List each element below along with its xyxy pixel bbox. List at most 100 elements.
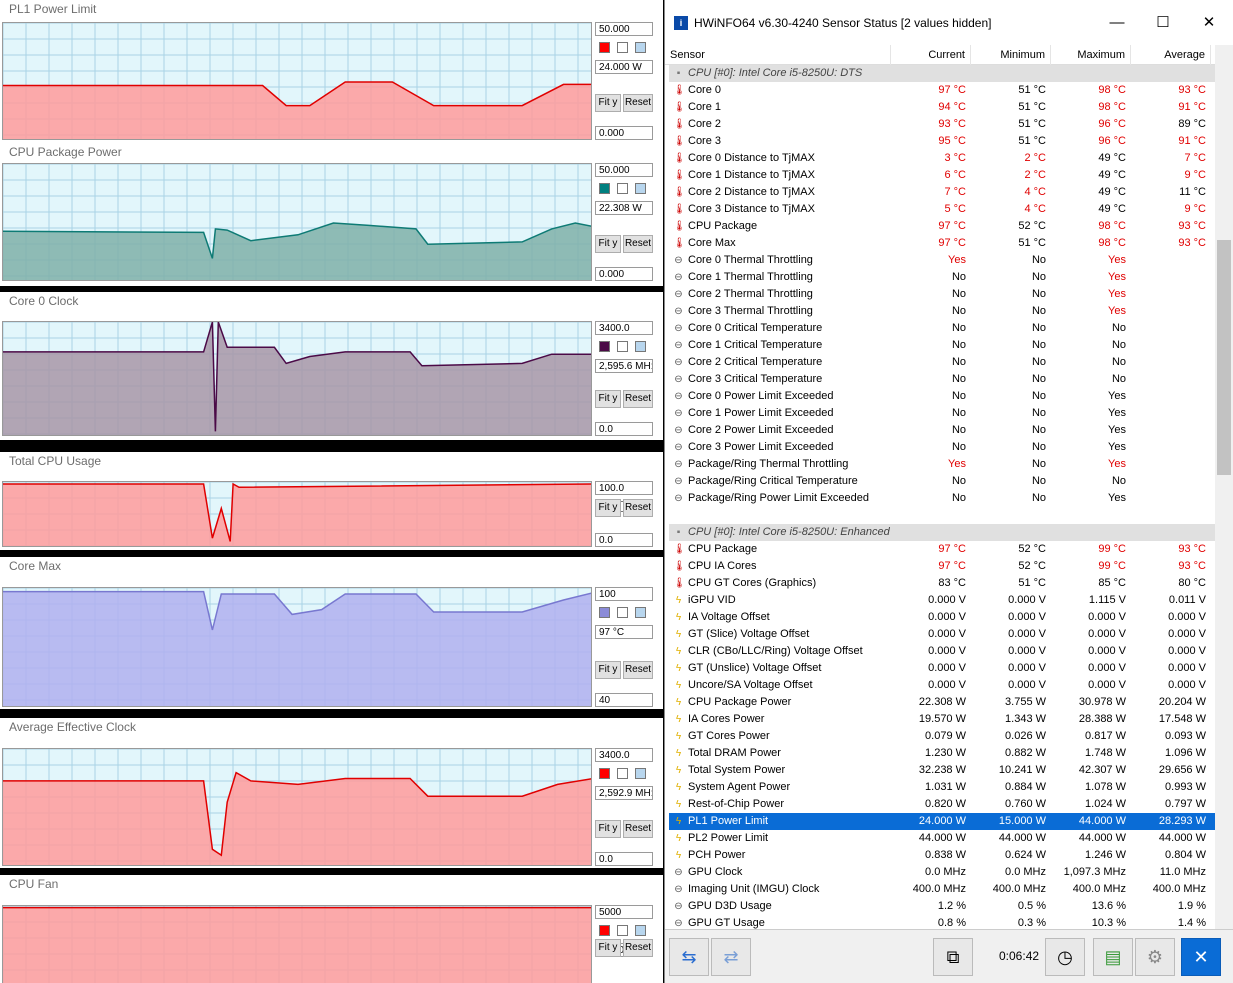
graph-min-value[interactable]: 40 <box>595 693 653 707</box>
color-swatch[interactable] <box>599 768 610 779</box>
vertical-scrollbar[interactable] <box>1215 45 1233 929</box>
color-swatch[interactable] <box>599 42 610 53</box>
sensor-row[interactable]: ϟ PL1 Power Limit 24.000 W 15.000 W 44.000 W… <box>669 813 1215 830</box>
sensor-row[interactable]: 🌡 Core 0 Distance to TjMAX 3 °C 2 °C 49 °C 7 … <box>669 150 1215 167</box>
fit-y-button[interactable]: Fit y <box>595 820 621 838</box>
swatch-white[interactable] <box>617 341 628 352</box>
color-swatch[interactable] <box>599 341 610 352</box>
sensor-row[interactable]: ϟ iGPU VID 0.000 V 0.000 V 1.115 V 0.011 V <box>669 592 1215 609</box>
swatch-blue[interactable] <box>635 341 646 352</box>
sensor-row[interactable]: ϟ Uncore/SA Voltage Offset 0.000 V 0.000 V 0… <box>669 677 1215 694</box>
sensor-row[interactable]: 🌡 Core 0 97 °C 51 °C 98 °C 93 °C <box>669 82 1215 99</box>
swatch-blue[interactable] <box>635 183 646 194</box>
clock-icon[interactable]: ◷ <box>1045 938 1085 976</box>
fit-y-button[interactable]: Fit y <box>595 661 621 679</box>
sensor-row[interactable]: ⊖ Core 3 Critical Temperature No No No <box>669 371 1215 388</box>
col-sensor[interactable]: Sensor <box>665 45 891 65</box>
sensor-row[interactable]: 🌡 Core 3 95 °C 51 °C 96 °C 91 °C <box>669 133 1215 150</box>
sensor-row[interactable]: ϟ PL2 Power Limit 44.000 W 44.000 W 44.000 W… <box>669 830 1215 847</box>
graph-min-value[interactable]: 0.0 <box>595 533 653 547</box>
sensor-row[interactable]: ϟ Rest-of-Chip Power 0.820 W 0.760 W 1.024 W… <box>669 796 1215 813</box>
color-swatch[interactable] <box>599 183 610 194</box>
sensor-row[interactable]: ⊖ Package/Ring Power Limit Exceeded No No Ye… <box>669 490 1215 507</box>
graph-max-value[interactable]: 100 <box>595 587 653 601</box>
sensor-row[interactable]: ⊖ GPU D3D Usage 1.2 % 0.5 % 13.6 % 1.9 % <box>669 898 1215 915</box>
section-header[interactable]: ▪ CPU [#0]: Intel Core i5-8250U: DTS <box>669 65 1215 82</box>
sensor-row[interactable]: ϟ PCH Power 0.838 W 0.624 W 1.246 W 0.804 W <box>669 847 1215 864</box>
sensor-row[interactable]: ⊖ Core 2 Power Limit Exceeded No No Yes <box>669 422 1215 439</box>
color-swatch[interactable] <box>599 925 610 936</box>
sensor-row[interactable]: ⊖ Core 3 Thermal Throttling No No Yes <box>669 303 1215 320</box>
graph-min-value[interactable]: 0.000 <box>595 267 653 281</box>
swatch-white[interactable] <box>617 925 628 936</box>
graph-min-value[interactable]: 0.0 <box>595 852 653 866</box>
sensor-row[interactable]: ⊖ Core 0 Critical Temperature No No No <box>669 320 1215 337</box>
sensor-row[interactable]: ϟ GT (Slice) Voltage Offset 0.000 V 0.000 V… <box>669 626 1215 643</box>
sensor-row[interactable]: ϟ Total DRAM Power 1.230 W 0.882 W 1.748 W 1.… <box>669 745 1215 762</box>
reset-button[interactable]: Reset <box>623 94 653 112</box>
close-button[interactable]: ✕ <box>1189 10 1229 36</box>
swatch-blue[interactable] <box>635 607 646 618</box>
sensor-row[interactable]: ⊖ Package/Ring Thermal Throttling Yes No Yes <box>669 456 1215 473</box>
reset-button[interactable]: Reset <box>623 820 653 838</box>
sensor-row[interactable]: 🌡 Core 1 Distance to TjMAX 6 °C 2 °C 49 °C 9 … <box>669 167 1215 184</box>
arrows-left-right-icon[interactable]: ⇆ <box>669 938 709 976</box>
graph-max-value[interactable]: 3400.0 <box>595 321 653 335</box>
sensor-row[interactable]: 🌡 Core 2 Distance to TjMAX 7 °C 4 °C 49 °C 11… <box>669 184 1215 201</box>
sensor-row[interactable]: 🌡 Core 2 93 °C 51 °C 96 °C 89 °C <box>669 116 1215 133</box>
sensor-row[interactable]: ⊖ Core 1 Power Limit Exceeded No No Yes <box>669 405 1215 422</box>
graph-min-value[interactable]: 0.0 <box>595 422 653 436</box>
graph-max-value[interactable]: 50.000 <box>595 163 653 177</box>
reset-button[interactable]: Reset <box>623 235 653 253</box>
reset-button[interactable]: Reset <box>623 499 653 517</box>
sensor-row[interactable]: 🌡 Core 1 94 °C 51 °C 98 °C 91 °C <box>669 99 1215 116</box>
network-icon[interactable]: ⧉ <box>933 938 973 976</box>
sensor-row[interactable]: ϟ GT Cores Power 0.079 W 0.026 W 0.817 W 0.09… <box>669 728 1215 745</box>
swatch-blue[interactable] <box>635 42 646 53</box>
maximize-button[interactable]: ☐ <box>1143 10 1183 36</box>
sensor-row[interactable]: 🌡 CPU Package 97 °C 52 °C 99 °C 93 °C <box>669 541 1215 558</box>
graph-max-value[interactable]: 5000 <box>595 905 653 919</box>
sensor-row[interactable]: ⊖ Core 2 Thermal Throttling No No Yes <box>669 286 1215 303</box>
sensor-row[interactable]: ϟ IA Voltage Offset 0.000 V 0.000 V 0.000 V 0… <box>669 609 1215 626</box>
sensor-row[interactable]: 🌡 CPU Package 97 °C 52 °C 98 °C 93 °C <box>669 218 1215 235</box>
sensor-row[interactable]: ϟ System Agent Power 1.031 W 0.884 W 1.078 W… <box>669 779 1215 796</box>
sensor-row[interactable]: ϟ Total System Power 32.238 W 10.241 W 42.30… <box>669 762 1215 779</box>
sensor-row[interactable]: 🌡 CPU IA Cores 97 °C 52 °C 99 °C 93 °C <box>669 558 1215 575</box>
reset-button[interactable]: Reset <box>623 390 653 408</box>
add-report-icon[interactable]: ▤ <box>1093 938 1133 976</box>
sensor-row[interactable]: 🌡 Core 3 Distance to TjMAX 5 °C 4 °C 49 °C 9 … <box>669 201 1215 218</box>
section-header[interactable]: ▪ CPU [#0]: Intel Core i5-8250U: Enhanced <box>669 524 1215 541</box>
fit-y-button[interactable]: Fit y <box>595 390 621 408</box>
sensor-row[interactable]: ϟ CLR (CBo/LLC/Ring) Voltage Offset 0.000 … <box>669 643 1215 660</box>
swatch-white[interactable] <box>617 768 628 779</box>
graph-max-value[interactable]: 3400.0 <box>595 748 653 762</box>
graph-max-value[interactable]: 100.0 <box>595 481 653 495</box>
minimize-button[interactable]: — <box>1097 10 1137 36</box>
reset-button[interactable]: Reset <box>623 939 653 957</box>
col-current[interactable]: Current <box>891 45 971 65</box>
color-swatch[interactable] <box>599 607 610 618</box>
sensor-row[interactable]: ⊖ Package/Ring Critical Temperature No No No <box>669 473 1215 490</box>
exit-icon[interactable]: ✕ <box>1181 938 1221 976</box>
fit-y-button[interactable]: Fit y <box>595 499 621 517</box>
col-average[interactable]: Average <box>1131 45 1211 65</box>
swatch-blue[interactable] <box>635 925 646 936</box>
sensor-row[interactable]: ⊖ GPU GT Usage 0.8 % 0.3 % 10.3 % 1.4 % <box>669 915 1215 929</box>
sensor-row[interactable]: ⊖ Core 0 Power Limit Exceeded No No Yes <box>669 388 1215 405</box>
reset-button[interactable]: Reset <box>623 661 653 679</box>
arrows-collapse-icon[interactable]: ⇄ <box>711 938 751 976</box>
sensor-row[interactable]: ⊖ Core 2 Critical Temperature No No No <box>669 354 1215 371</box>
col-minimum[interactable]: Minimum <box>971 45 1051 65</box>
sensor-row[interactable]: ⊖ Imaging Unit (IMGU) Clock 400.0 MHz 400.0… <box>669 881 1215 898</box>
sensor-row[interactable]: 🌡 Core Max 97 °C 51 °C 98 °C 93 °C <box>669 235 1215 252</box>
settings-gear-icon[interactable]: ⚙ <box>1135 938 1175 976</box>
swatch-white[interactable] <box>617 607 628 618</box>
scrollbar-thumb[interactable] <box>1217 240 1231 475</box>
sensor-row[interactable]: ϟ IA Cores Power 19.570 W 1.343 W 28.388 W 17… <box>669 711 1215 728</box>
swatch-white[interactable] <box>617 42 628 53</box>
swatch-blue[interactable] <box>635 768 646 779</box>
fit-y-button[interactable]: Fit y <box>595 235 621 253</box>
sensor-row[interactable]: ⊖ GPU Clock 0.0 MHz 0.0 MHz 1,097.3 MHz 11.0 … <box>669 864 1215 881</box>
sensor-row[interactable]: ⊖ Core 1 Critical Temperature No No No <box>669 337 1215 354</box>
